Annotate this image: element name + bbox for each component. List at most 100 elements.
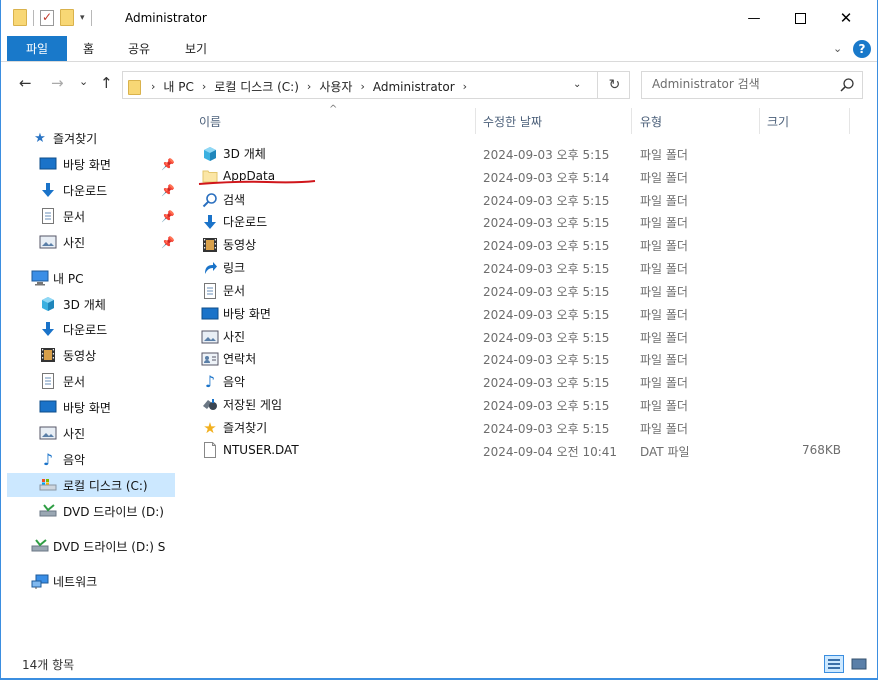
- column-divider[interactable]: [759, 108, 760, 134]
- file-row[interactable]: ♪ 음악 2024-09-03 오후 5:15 파일 폴더: [195, 370, 855, 392]
- sidebar-item-3d-objects[interactable]: 3D 개체: [39, 292, 106, 316]
- file-row[interactable]: 문서 2024-09-03 오후 5:15 파일 폴더: [195, 279, 855, 301]
- properties-icon[interactable]: ✓: [40, 9, 54, 26]
- navigation-pane: ★ 즐겨찾기 바탕 화면 📌 다운로드 📌 문서 📌 사진 📌 내 PC 3D …: [1, 106, 185, 650]
- close-button[interactable]: ✕: [823, 0, 869, 36]
- back-button[interactable]: ←: [19, 74, 32, 92]
- chevron-right-icon[interactable]: ›: [360, 80, 364, 93]
- breadcrumb-my-pc[interactable]: 내 PC: [163, 78, 193, 95]
- column-divider[interactable]: [475, 108, 476, 134]
- download-icon: [39, 182, 57, 198]
- forward-button[interactable]: →: [51, 74, 64, 92]
- document-icon: [39, 373, 57, 389]
- chevron-right-icon[interactable]: ›: [463, 80, 467, 93]
- drive-icon: [39, 477, 57, 493]
- column-header-date[interactable]: 수정한 날짜: [483, 108, 542, 134]
- navigation-bar: ← → ⌄ ↑ › 내 PC › 로컬 디스크 (C:) › 사용자 › Adm…: [1, 62, 877, 106]
- minimize-button[interactable]: —: [731, 0, 777, 36]
- new-folder-icon[interactable]: [60, 9, 74, 26]
- tab-file[interactable]: 파일: [7, 36, 67, 61]
- search-icon[interactable]: [838, 76, 856, 94]
- sidebar-item-documents[interactable]: 문서 📌: [39, 204, 185, 228]
- column-divider[interactable]: [631, 108, 632, 134]
- file-type: 파일 폴더: [640, 376, 688, 390]
- refresh-button[interactable]: ↻: [597, 72, 631, 98]
- pin-icon[interactable]: 📌: [161, 236, 175, 249]
- breadcrumb-users[interactable]: 사용자: [319, 78, 352, 95]
- file-row[interactable]: NTUSER.DAT 2024-09-04 오전 10:41 DAT 파일 76…: [195, 439, 855, 461]
- column-divider[interactable]: [849, 108, 850, 134]
- column-header-size[interactable]: 크기: [767, 108, 789, 134]
- file-row[interactable]: 동영상 2024-09-03 오후 5:15 파일 폴더: [195, 233, 855, 255]
- sidebar-item-network[interactable]: 네트워크: [31, 569, 97, 593]
- file-name: 연락처: [223, 352, 257, 366]
- sidebar-item-label: DVD 드라이브 (D:) S: [53, 539, 166, 554]
- chevron-right-icon[interactable]: ›: [151, 80, 155, 93]
- maximize-button[interactable]: [777, 0, 823, 36]
- file-row[interactable]: 바탕 화면 2024-09-03 오후 5:15 파일 폴더: [195, 302, 855, 324]
- sidebar-item-dvd-drive[interactable]: DVD 드라이브 (D:): [39, 499, 164, 523]
- details-view-button[interactable]: [824, 655, 844, 673]
- pin-icon[interactable]: 📌: [161, 184, 175, 197]
- breadcrumb-administrator[interactable]: Administrator: [373, 80, 455, 94]
- sidebar-item-desktop[interactable]: 바탕 화면 📌: [39, 152, 185, 176]
- file-name: 즐겨찾기: [223, 421, 268, 435]
- sidebar-item-pictures[interactable]: 사진 📌: [39, 230, 185, 254]
- cube-icon: [201, 146, 219, 162]
- sidebar-item-pictures-pc[interactable]: 사진: [39, 421, 85, 445]
- sidebar-item-downloads[interactable]: 다운로드 📌: [39, 178, 185, 202]
- file-row[interactable]: 연락처 2024-09-03 오후 5:15 파일 폴더: [195, 347, 855, 369]
- sidebar-item-favorites[interactable]: ★ 즐겨찾기: [31, 126, 97, 150]
- chevron-down-icon[interactable]: ⌄: [573, 79, 581, 90]
- customize-toolbar-icon[interactable]: ▾: [80, 13, 85, 23]
- address-bar[interactable]: › 내 PC › 로컬 디스크 (C:) › 사용자 › Administrat…: [122, 71, 630, 99]
- file-type: 파일 폴더: [640, 216, 688, 230]
- tab-view[interactable]: 보기: [185, 36, 207, 61]
- tab-home[interactable]: 홈: [83, 36, 94, 61]
- sidebar-item-my-pc[interactable]: 내 PC: [31, 266, 83, 290]
- search-input[interactable]: [652, 77, 832, 91]
- file-type: 파일 폴더: [640, 422, 688, 436]
- sidebar-item-dvd-drive-s[interactable]: DVD 드라이브 (D:) S: [31, 534, 179, 558]
- column-header-name[interactable]: 이름: [199, 108, 221, 134]
- pin-icon[interactable]: 📌: [161, 210, 175, 223]
- column-header-type[interactable]: 유형: [640, 108, 662, 134]
- file-row[interactable]: 3D 개체 2024-09-03 오후 5:15 파일 폴더: [195, 142, 855, 164]
- tab-share[interactable]: 공유: [128, 36, 150, 61]
- file-type: 파일 폴더: [640, 194, 688, 208]
- file-name: 사진: [223, 330, 246, 344]
- file-row[interactable]: 검색 2024-09-03 오후 5:15 파일 폴더: [195, 188, 855, 210]
- sidebar-item-downloads-pc[interactable]: 다운로드: [39, 317, 107, 341]
- file-row[interactable]: 사진 2024-09-03 오후 5:15 파일 폴더: [195, 325, 855, 347]
- file-type: 파일 폴더: [640, 148, 688, 162]
- file-name: 동영상: [223, 238, 257, 252]
- file-row[interactable]: ★ 즐겨찾기 2024-09-03 오후 5:15 파일 폴더: [195, 416, 855, 438]
- search-box[interactable]: [641, 71, 863, 99]
- pictures-icon: [201, 329, 219, 345]
- close-icon: ✕: [839, 9, 853, 27]
- expand-ribbon-icon[interactable]: ⌄: [833, 42, 842, 55]
- help-icon[interactable]: ?: [853, 40, 871, 58]
- file-type: 파일 폴더: [640, 262, 688, 276]
- pin-icon[interactable]: 📌: [161, 158, 175, 171]
- sidebar-item-documents-pc[interactable]: 문서: [39, 369, 85, 393]
- quick-access-toolbar: ✓ ▾: [13, 9, 92, 26]
- file-type: 파일 폴더: [640, 353, 688, 367]
- file-row[interactable]: 저장된 게임 2024-09-03 오후 5:15 파일 폴더: [195, 393, 855, 415]
- toolbar-divider: [90, 9, 92, 26]
- sidebar-item-music[interactable]: ♪ 음악: [39, 447, 85, 471]
- sidebar-item-local-disk[interactable]: 로컬 디스크 (C:): [7, 473, 175, 497]
- sidebar-item-desktop-pc[interactable]: 바탕 화면: [39, 395, 111, 419]
- file-date: 2024-09-03 오후 5:15: [483, 331, 610, 345]
- sidebar-item-label: 즐겨찾기: [53, 131, 98, 146]
- file-row[interactable]: 링크 2024-09-03 오후 5:15 파일 폴더: [195, 256, 855, 278]
- chevron-right-icon[interactable]: ›: [202, 80, 206, 93]
- file-row[interactable]: 다운로드 2024-09-03 오후 5:15 파일 폴더: [195, 210, 855, 232]
- chevron-right-icon[interactable]: ›: [307, 80, 311, 93]
- sidebar-item-videos[interactable]: 동영상: [39, 343, 96, 367]
- recent-locations-button[interactable]: ⌄: [79, 75, 88, 88]
- breadcrumb-local-disk[interactable]: 로컬 디스크 (C:): [214, 78, 299, 95]
- up-button[interactable]: ↑: [100, 74, 113, 92]
- large-icons-view-button[interactable]: [849, 655, 869, 673]
- sidebar-item-label: 네트워크: [53, 574, 98, 589]
